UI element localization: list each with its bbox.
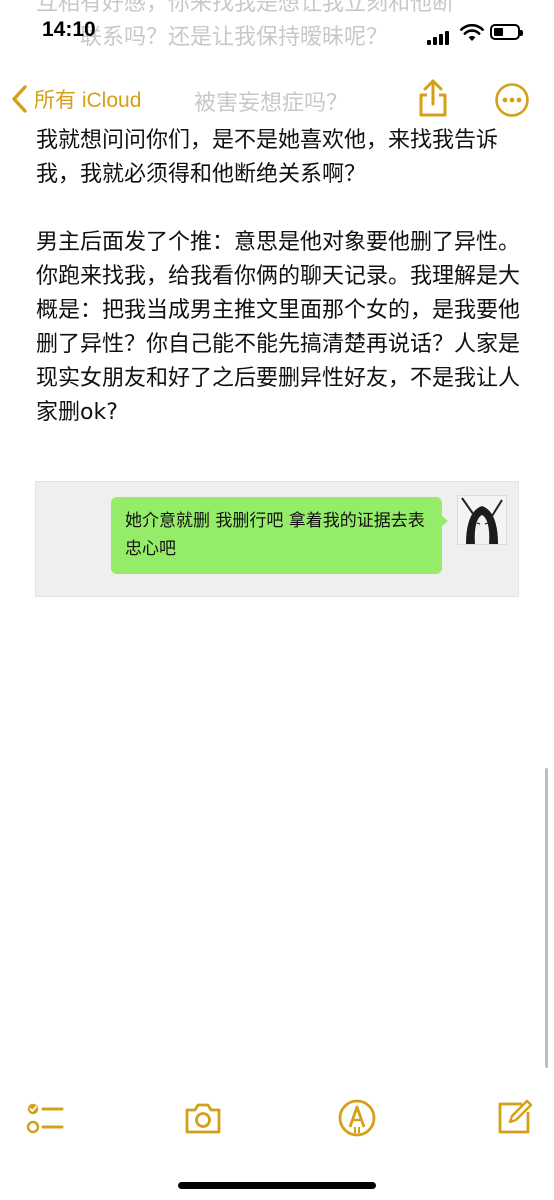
chat-bubble-tail <box>441 515 448 527</box>
wifi-icon <box>460 24 484 41</box>
checklist-icon[interactable] <box>24 1098 66 1138</box>
note-paragraph: 我就想问问你们，是不是她喜欢他，来找我告诉我，我就必须得和他断绝关系啊？ <box>36 128 499 187</box>
markup-icon[interactable] <box>337 1098 377 1138</box>
avatar <box>457 495 507 545</box>
more-icon[interactable] <box>494 82 530 118</box>
share-icon[interactable] <box>414 78 452 118</box>
note-body[interactable]: 我就想问问你们，是不是她喜欢他，来找我告诉我，我就必须得和他断绝关系啊？ 男主后… <box>36 124 522 464</box>
note-paragraph: 男主后面发了个推：意思是他对象要他删了异性。你跑来找我，给我看你俩的聊天记录。我… <box>36 230 521 425</box>
chevron-left-icon <box>12 85 27 113</box>
back-button[interactable]: 所有 iCloud <box>10 84 141 114</box>
embedded-screenshot[interactable]: 她介意就删 我删行吧 拿着我的证据去表忠心吧 <box>35 481 519 597</box>
scroll-indicator[interactable] <box>545 768 548 1068</box>
bottom-toolbar <box>0 1098 554 1144</box>
cellular-signal-icon <box>427 26 451 45</box>
status-bar: 14:10 <box>0 0 554 70</box>
camera-icon[interactable] <box>182 1098 224 1138</box>
status-time: 14:10 <box>42 18 96 41</box>
battery-icon <box>490 24 523 40</box>
chat-bubble: 她介意就删 我删行吧 拿着我的证据去表忠心吧 <box>111 497 442 574</box>
compose-icon[interactable] <box>494 1098 534 1138</box>
back-label: 所有 iCloud <box>34 89 142 112</box>
home-indicator <box>178 1182 376 1189</box>
navigation-bar: 所有 iCloud <box>0 76 554 126</box>
